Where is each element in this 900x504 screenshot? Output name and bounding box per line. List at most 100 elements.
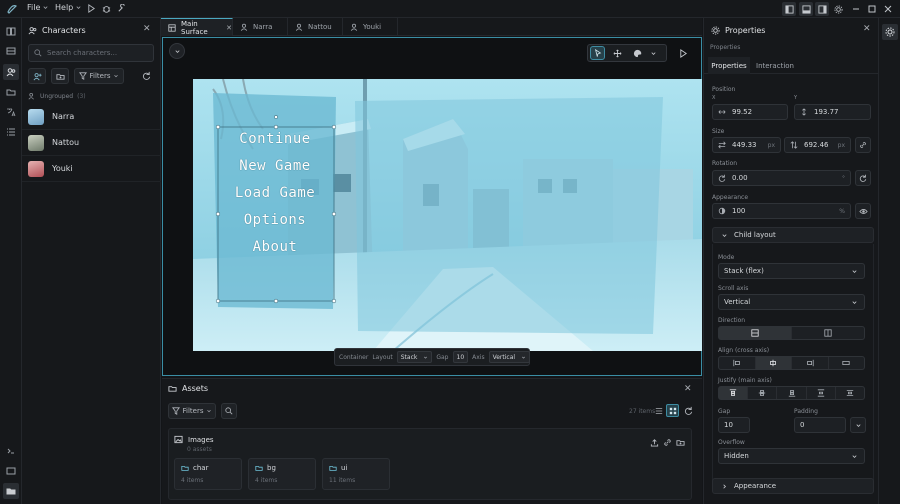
align-start-button[interactable] xyxy=(719,357,756,369)
overflow-select[interactable]: Hidden xyxy=(718,448,865,464)
folder-icon[interactable] xyxy=(3,84,19,100)
eye-icon xyxy=(858,207,868,216)
tab-interaction[interactable]: Interaction xyxy=(754,57,796,74)
menu-help[interactable]: Help xyxy=(55,3,82,12)
close-panel-icon[interactable]: ✕ xyxy=(863,24,871,34)
justify-start-button[interactable] xyxy=(719,387,749,399)
preview-play-button[interactable] xyxy=(675,45,691,61)
assets-search-button[interactable] xyxy=(221,403,237,419)
opacity-input[interactable]: 100 % xyxy=(712,203,851,219)
character-item[interactable]: Youki xyxy=(22,156,161,182)
appearance-section-header[interactable]: Appearance xyxy=(712,478,874,494)
direction-vertical-button[interactable] xyxy=(719,327,792,339)
size-height-input[interactable]: 692.46 px xyxy=(784,137,851,153)
list-icon[interactable] xyxy=(3,124,19,140)
assets-folder-icon[interactable] xyxy=(3,483,19,499)
direction-horizontal-button[interactable] xyxy=(792,327,864,339)
add-group-button[interactable] xyxy=(51,68,69,84)
character-item[interactable]: Nattou xyxy=(22,130,161,156)
asset-folder-ui[interactable]: ui 11 items xyxy=(322,458,390,490)
asset-folder-bg[interactable]: bg 4 items xyxy=(248,458,316,490)
padding-expand-button[interactable] xyxy=(850,417,866,433)
character-item[interactable]: Narra xyxy=(22,104,161,130)
toggle-bottom-panel-icon[interactable] xyxy=(799,2,813,16)
visibility-toggle-button[interactable] xyxy=(855,203,871,219)
refresh-icon[interactable] xyxy=(684,406,693,415)
reset-rotation-button[interactable] xyxy=(855,170,871,186)
toggle-left-panel-icon[interactable] xyxy=(782,2,796,16)
menu-file[interactable]: File xyxy=(27,3,49,12)
book-icon[interactable] xyxy=(3,23,19,39)
terminal-icon[interactable] xyxy=(3,443,19,459)
collapse-toggle-button[interactable] xyxy=(169,43,185,59)
justify-center-button[interactable] xyxy=(748,387,778,399)
link-aspect-button[interactable] xyxy=(855,137,871,153)
link-icon[interactable] xyxy=(663,438,672,447)
justify-start-icon xyxy=(729,389,737,397)
align-end-button[interactable] xyxy=(792,357,829,369)
group-header-ungrouped[interactable]: Ungrouped (3) xyxy=(28,92,86,100)
close-window-icon[interactable] xyxy=(881,2,895,16)
menu-option-load-game[interactable]: Load Game xyxy=(235,184,315,202)
justify-end-button[interactable] xyxy=(777,387,807,399)
play-icon[interactable] xyxy=(87,4,96,13)
menu-option-new-game[interactable]: New Game xyxy=(239,157,310,175)
align-stretch-button[interactable] xyxy=(829,357,865,369)
layers-icon[interactable] xyxy=(3,43,19,59)
translate-icon[interactable] xyxy=(3,104,19,120)
tab-narra[interactable]: Narra xyxy=(233,18,288,36)
tab-properties[interactable]: Properties xyxy=(708,57,750,74)
scene-canvas[interactable]: Continue New Game Load Game Options Abou… xyxy=(193,79,702,351)
menu-option-about[interactable]: About xyxy=(253,238,298,256)
folder-plus-icon[interactable] xyxy=(676,438,685,447)
tab-youki[interactable]: Youki xyxy=(343,18,398,36)
minimize-icon[interactable] xyxy=(849,2,863,16)
filters-button[interactable]: Filters xyxy=(74,68,124,84)
move-tool-button[interactable] xyxy=(610,46,624,60)
child-layout-section-header[interactable]: Child layout xyxy=(712,227,874,243)
characters-icon[interactable] xyxy=(3,64,19,80)
tab-main-surface[interactable]: Main Surface ✕ xyxy=(161,18,233,36)
toggle-right-panel-icon[interactable] xyxy=(815,2,829,16)
settings-gear-icon[interactable] xyxy=(831,2,845,16)
grid-view-icon[interactable] xyxy=(666,404,679,417)
close-panel-icon[interactable]: ✕ xyxy=(684,384,692,394)
gap-input[interactable]: 10 xyxy=(452,351,469,363)
menu-option-continue[interactable]: Continue xyxy=(239,130,310,148)
asset-group-header[interactable]: Images xyxy=(174,435,214,444)
paint-tool-button[interactable] xyxy=(630,46,644,60)
align-center-button[interactable] xyxy=(755,357,792,369)
main-menu-stack[interactable]: Continue New Game Load Game Options Abou… xyxy=(223,130,327,256)
upload-icon[interactable] xyxy=(650,438,659,447)
axis-select[interactable]: Vertical xyxy=(488,351,531,363)
surface-viewport[interactable]: Continue New Game Load Game Options Abou… xyxy=(162,37,702,376)
scroll-axis-select[interactable]: Vertical xyxy=(718,294,865,310)
assets-filters-button[interactable]: Filters xyxy=(168,403,216,419)
maximize-icon[interactable] xyxy=(865,2,879,16)
padding-input[interactable]: 0 xyxy=(794,417,846,433)
position-x-input[interactable]: 99.52 xyxy=(712,104,788,120)
mode-select[interactable]: Stack (flex) xyxy=(718,263,865,279)
refresh-icon[interactable] xyxy=(142,71,151,80)
asset-folder-char[interactable]: char 4 items xyxy=(174,458,242,490)
select-tool-button[interactable] xyxy=(590,46,605,60)
bug-icon[interactable] xyxy=(102,4,111,13)
tab-nattou[interactable]: Nattou xyxy=(288,18,343,36)
position-y-input[interactable]: 193.77 xyxy=(794,104,871,120)
properties-gear-icon[interactable] xyxy=(882,24,898,40)
search-characters-input[interactable]: Search characters... xyxy=(28,44,154,62)
wrench-icon[interactable] xyxy=(117,4,126,13)
gap-input[interactable]: 10 xyxy=(718,417,750,433)
close-tab-icon[interactable]: ✕ xyxy=(226,24,232,32)
add-character-button[interactable] xyxy=(28,68,46,84)
rotation-input[interactable]: 0.00 ° xyxy=(712,170,851,186)
justify-between-button[interactable] xyxy=(807,387,836,399)
menu-option-options[interactable]: Options xyxy=(244,211,307,229)
size-width-input[interactable]: 449.33 px xyxy=(712,137,781,153)
chevron-down-icon[interactable] xyxy=(650,50,657,57)
list-view-icon[interactable] xyxy=(652,404,665,417)
close-panel-icon[interactable]: ✕ xyxy=(143,24,151,34)
panel-icon[interactable] xyxy=(3,463,19,479)
layout-select[interactable]: Stack xyxy=(396,351,433,363)
justify-around-button[interactable] xyxy=(836,387,864,399)
